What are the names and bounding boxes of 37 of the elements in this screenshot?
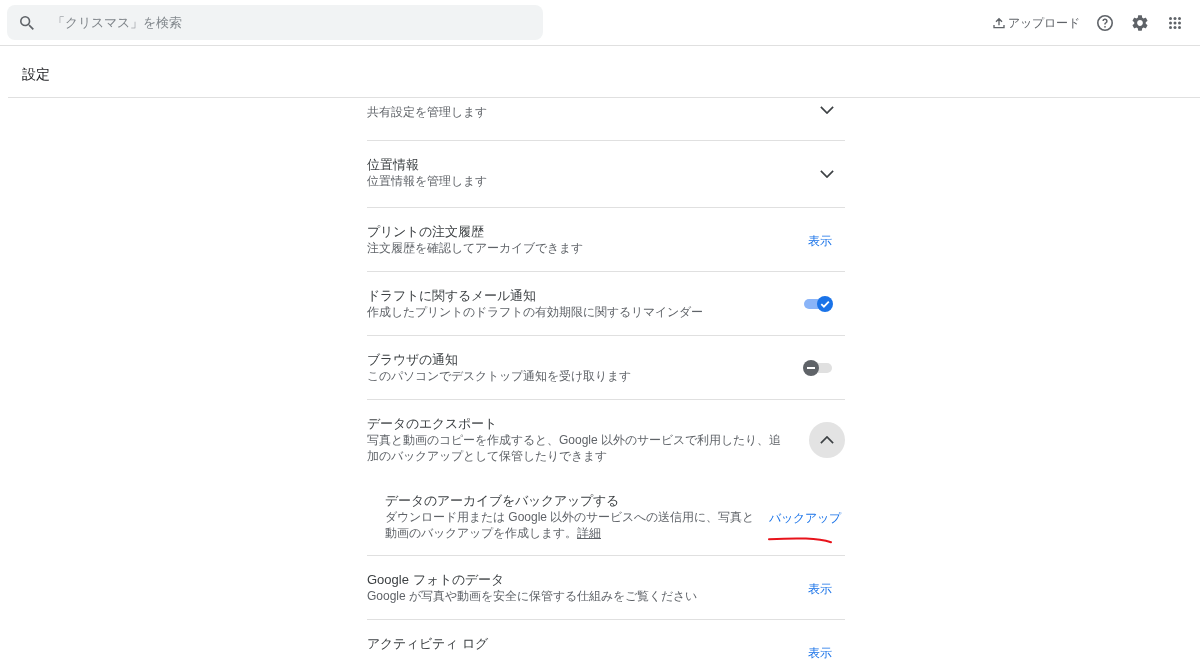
- settings-icon: [1132, 14, 1148, 31]
- setting-description: 作成したプリントのドラフトの有効期限に関するリマインダー: [367, 304, 704, 320]
- setting-description: ダウンロード用または Google 以外のサービスへの送信用に、写真と動画のバックアップを作成します。詳細: [385, 509, 756, 541]
- upload-icon: [993, 16, 1005, 29]
- setting-description: このパソコンでデスクトップ通知を受け取ります: [367, 368, 632, 384]
- search-field[interactable]: 「クリスマス」を検索: [7, 5, 543, 40]
- setting-title: 位置情報: [367, 156, 420, 173]
- page-title: 設定: [22, 66, 50, 85]
- setting-title: プリントの注文履歴: [367, 223, 485, 240]
- help-icon: [1097, 14, 1113, 31]
- upload-button[interactable]: アップロード: [993, 14, 1080, 31]
- toggle-switch[interactable]: [803, 294, 833, 313]
- setting-description: 位置情報を管理します: [367, 173, 488, 189]
- chevron-up-icon: [820, 435, 834, 444]
- details-link[interactable]: 詳細: [577, 526, 601, 540]
- expand-button[interactable]: [809, 421, 845, 458]
- setting-description: Google が写真や動画を安全に保管する仕組みをご覧ください: [367, 588, 699, 604]
- action-link[interactable]: 表示: [808, 581, 832, 596]
- setting-title: Google フォトのデータ: [367, 571, 505, 588]
- search-icon: [20, 16, 34, 30]
- setting-title: データのアーカイブをバックアップする: [385, 492, 620, 509]
- action-link[interactable]: 表示: [808, 233, 832, 248]
- chevron-down-icon: [820, 170, 834, 178]
- toggle-switch[interactable]: [803, 358, 833, 377]
- check-icon: [817, 295, 833, 312]
- chevron-down-icon: [820, 106, 834, 114]
- setting-title: アクティビティ ログ: [367, 635, 489, 652]
- setting-title: ドラフトに関するメール通知: [367, 287, 537, 304]
- setting-title: ブラウザの通知: [367, 351, 459, 368]
- minus-icon: [803, 359, 819, 376]
- action-link[interactable]: 表示: [808, 645, 832, 660]
- action-link[interactable]: バックアップ: [769, 510, 841, 525]
- apps-grid-icon: [1169, 16, 1181, 29]
- setting-description: 写真と動画のコピーを作成すると、Google 以外のサービスで利用したり、追加のバックアップとして保管したりできます: [367, 432, 783, 464]
- setting-title: データのエクスポート: [367, 415, 498, 432]
- setting-description: 共有設定を管理します: [367, 104, 488, 120]
- setting-description: 注文履歴を確認してアーカイブできます: [367, 240, 584, 256]
